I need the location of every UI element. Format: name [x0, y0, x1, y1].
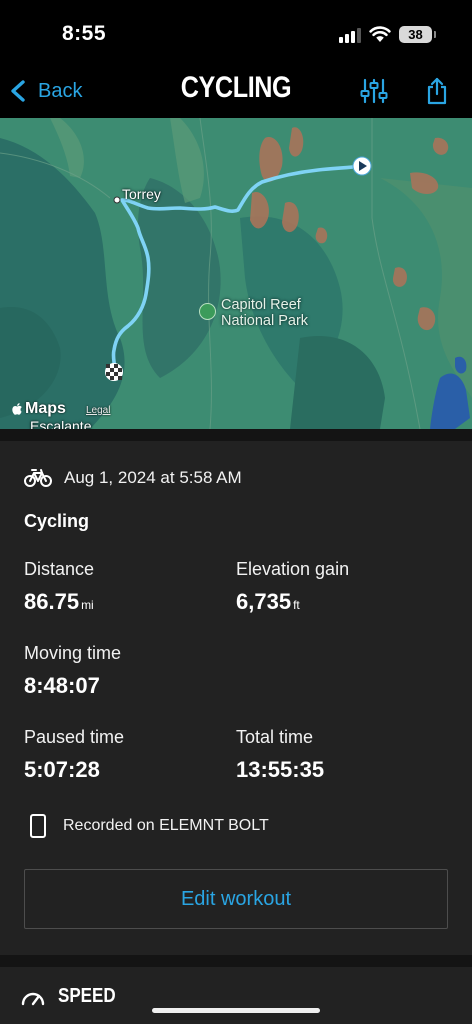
speedometer-icon: [21, 992, 45, 1006]
status-bar: 8:55 38: [0, 0, 472, 64]
route-map[interactable]: Torrey Capitol Reef National Park Escala…: [0, 118, 472, 429]
stat-paused-time: Paused time 5:07:28: [24, 727, 124, 783]
map-label-capitol-line1: Capitol Reef: [221, 297, 301, 313]
stat-moving-time: Moving time 8:48:07: [24, 643, 121, 699]
stat-distance-label: Distance: [24, 559, 95, 579]
map-terrain: [0, 118, 472, 429]
activity-type: Cycling: [24, 511, 90, 531]
sliders-icon[interactable]: [360, 78, 388, 104]
stat-paused-time-value: 5:07:28: [24, 757, 100, 782]
park-tree-icon: [199, 303, 216, 320]
nav-bar: Back CYCLING: [0, 64, 472, 118]
map-label-escalante: Escalante: [30, 418, 92, 429]
maps-logo-text: Maps: [25, 400, 66, 417]
map-label-capitol-reef: Capitol Reef National Park: [221, 297, 308, 329]
recorded-device: Recorded on ELEMNT BOLT: [63, 817, 269, 834]
stat-elevation-value-row: 6,735 ft: [236, 589, 349, 615]
device-icon: [30, 814, 46, 838]
stat-total-time: Total time 13:55:35: [236, 727, 324, 783]
wifi-icon: [369, 26, 391, 42]
map-label-torrey: Torrey: [122, 186, 161, 202]
legal-link[interactable]: Legal: [86, 405, 110, 416]
chevron-left-icon: [11, 80, 25, 102]
apple-icon: [12, 403, 22, 415]
home-indicator[interactable]: [152, 1008, 320, 1013]
stat-elevation-label: Elevation gain: [236, 559, 350, 579]
workout-details-card: Aug 1, 2024 at 5:58 AM Cycling Distance …: [0, 441, 472, 955]
workout-date: Aug 1, 2024 at 5:58 AM: [64, 468, 242, 487]
section-divider: [0, 429, 472, 441]
stat-distance-value: 86.75: [24, 589, 80, 614]
map-label-capitol-line2: National Park: [221, 313, 309, 329]
bicycle-icon: [24, 469, 52, 487]
stat-elevation-value: 6,735: [236, 589, 292, 614]
stat-distance: Distance 86.75 mi: [24, 559, 94, 615]
battery-icon: 38: [399, 26, 436, 43]
stat-moving-time-label: Moving time: [24, 643, 122, 663]
section-divider-bottom: [0, 955, 472, 967]
stat-paused-time-label: Paused time: [24, 727, 125, 747]
stat-moving-time-value: 8:48:07: [24, 673, 100, 698]
stat-total-time-value: 13:55:35: [236, 757, 325, 782]
apple-maps-logo: Maps: [11, 400, 66, 418]
cellular-signal-icon: [339, 27, 363, 43]
stat-distance-unit: mi: [81, 598, 94, 612]
speed-section-title: SPEED: [58, 985, 116, 1007]
stat-distance-value-row: 86.75 mi: [24, 589, 94, 615]
date-row: Aug 1, 2024 at 5:58 AM: [24, 468, 242, 488]
share-icon[interactable]: [425, 76, 449, 106]
stat-elevation: Elevation gain 6,735 ft: [236, 559, 349, 615]
stat-total-time-label: Total time: [236, 727, 314, 747]
stat-elevation-unit: ft: [293, 598, 300, 612]
edit-workout-button[interactable]: Edit workout: [24, 869, 448, 929]
status-time: 8:55: [62, 22, 107, 45]
speed-section[interactable]: SPEED: [0, 967, 472, 1024]
device-row: Recorded on ELEMNT BOLT: [30, 814, 269, 838]
